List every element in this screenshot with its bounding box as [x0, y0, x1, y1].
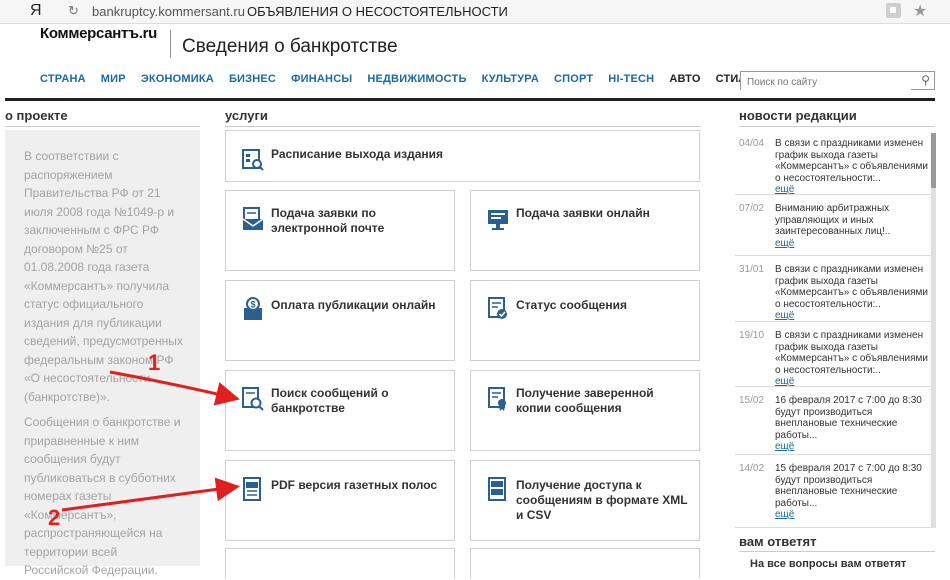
annotation-arrow-1: [109, 370, 240, 406]
annotation-overlay: [61, 370, 240, 512]
annotation-number-2: 2: [48, 505, 61, 530]
annotation-arrow-2: [61, 477, 240, 512]
annotation-number-1: 1: [148, 350, 161, 375]
